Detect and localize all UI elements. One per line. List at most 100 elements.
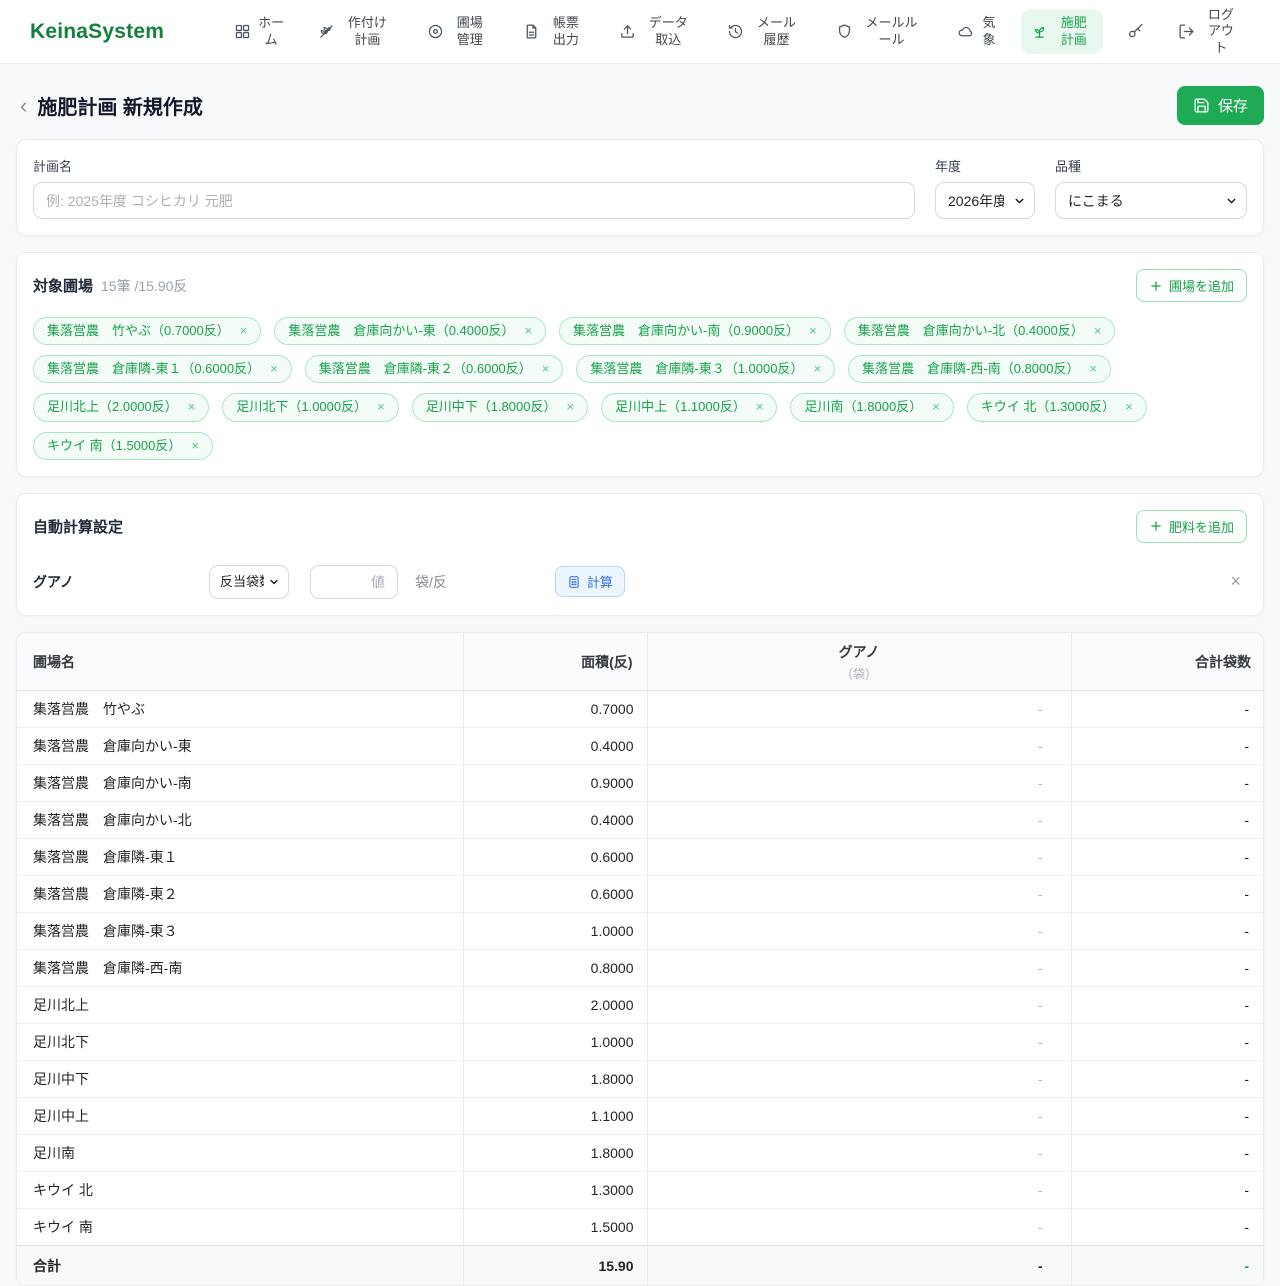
plan-form-card: 計画名 年度 2026年度 品種 にこまる <box>16 139 1264 236</box>
add-field-button-label: 圃場を追加 <box>1168 279 1234 294</box>
plus-icon <box>1149 279 1163 293</box>
map-pin-icon <box>427 23 444 40</box>
field-chip: 集落営農 倉庫隣-東３（1.0000反） × <box>576 355 836 384</box>
field-chip-label: 集落営農 倉庫隣-西-南（0.8000反） <box>862 361 1080 377</box>
field-name-cell: 集落営農 倉庫向かい-北 <box>17 801 463 839</box>
save-button-label: 保存 <box>1217 98 1248 115</box>
field-chip-label: キウイ 南（1.5000反） <box>47 437 182 453</box>
chip-close-icon[interactable]: × <box>240 322 248 340</box>
nav-item-label: データ取込 <box>648 15 688 47</box>
table-body: 集落営農 竹やぶ 0.7000 - - 集落営農 倉庫向かい-東 0.4000 … <box>17 690 1263 1246</box>
field-name-cell: キウイ 北 <box>17 1171 463 1209</box>
area-cell: 0.8000 <box>462 949 647 987</box>
table-row: 集落営農 倉庫向かい-南 0.9000 - - <box>17 764 1263 802</box>
chip-close-icon[interactable]: × <box>191 437 199 455</box>
guano-cell: - <box>646 1097 1071 1135</box>
table-row: 集落営農 倉庫隣-東３ 1.0000 - - <box>17 912 1263 950</box>
top-nav: KeinaSystem ホーム 作付け計画 圃場管理 帳票出力 データ取込 メー… <box>0 0 1280 64</box>
field-name-cell: 集落営農 倉庫向かい-南 <box>17 764 463 802</box>
table-row: 集落営農 倉庫隣-西-南 0.8000 - - <box>17 949 1263 987</box>
field-name-cell: 足川中下 <box>17 1060 463 1098</box>
nav-item-mail-rules[interactable]: メールルール <box>826 9 934 54</box>
chip-close-icon[interactable]: × <box>542 360 550 378</box>
table-row: 集落営農 竹やぶ 0.7000 - - <box>17 690 1263 728</box>
nav-item-label: 帳票出力 <box>552 15 579 47</box>
area-cell: 0.6000 <box>462 875 647 913</box>
nav-item-cropping-plan[interactable]: 作付け計画 <box>308 9 402 54</box>
plan-name-input[interactable] <box>33 182 915 219</box>
remove-fertilizer-icon[interactable]: × <box>1224 571 1247 592</box>
area-cell: 1.1000 <box>462 1097 647 1135</box>
fertilizer-name: グアノ <box>33 573 74 590</box>
field-chip: 集落営農 倉庫隣-西-南（0.8000反） × <box>848 355 1112 384</box>
table-row: 集落営農 倉庫隣-東１ 0.6000 - - <box>17 838 1263 876</box>
variety-select[interactable]: にこまる <box>1055 182 1247 219</box>
add-fertilizer-button-label: 肥料を追加 <box>1168 519 1234 535</box>
chip-close-icon[interactable]: × <box>524 322 532 340</box>
nav-item-label: メール履歴 <box>757 15 797 47</box>
nav-item-logout[interactable]: ログアウト <box>1168 1 1250 62</box>
nav-item-fertilization-plan[interactable]: 施肥計画 <box>1020 9 1103 54</box>
nav-item-weather[interactable]: 気象 <box>947 9 1006 54</box>
field-name-cell: 足川北上 <box>17 986 463 1024</box>
calc-value-input[interactable] <box>310 564 398 599</box>
nav-item-data-import[interactable]: データ取込 <box>609 9 703 54</box>
chip-close-icon[interactable]: × <box>756 398 764 416</box>
field-chip-label: 集落営農 倉庫隣-東１（0.6000反） <box>47 361 261 377</box>
chip-close-icon[interactable]: × <box>1089 360 1097 378</box>
chip-close-icon[interactable]: × <box>566 398 574 416</box>
brand-logo[interactable]: KeinaSystem <box>30 20 164 44</box>
col-header-guano-label: グアノ <box>838 643 880 660</box>
nav-item-field-management[interactable]: 圃場管理 <box>417 9 499 54</box>
table-row: 足川北下 1.0000 - - <box>17 1023 1263 1061</box>
save-button[interactable]: 保存 <box>1176 86 1264 125</box>
calculate-button-label: 計算 <box>586 575 613 591</box>
table-row: 集落営農 倉庫向かい-東 0.4000 - - <box>17 727 1263 765</box>
field-chip-label: キウイ 北（1.3000反） <box>980 399 1116 415</box>
total-bags-cell: - <box>1070 1171 1263 1209</box>
chip-close-icon[interactable]: × <box>188 398 196 416</box>
field-chip: 集落営農 倉庫向かい-東（0.4000反） × <box>274 317 547 346</box>
field-chip-label: 足川北下（1.0000反） <box>236 399 368 415</box>
footer-guano-cell: - <box>646 1245 1071 1285</box>
nav-item-home[interactable]: ホーム <box>224 9 294 54</box>
guano-cell: - <box>646 1060 1071 1098</box>
wheat-icon <box>318 23 335 40</box>
document-icon <box>523 23 540 40</box>
total-bags-cell: - <box>1070 1208 1263 1246</box>
chip-close-icon[interactable]: × <box>813 360 821 378</box>
chip-close-icon[interactable]: × <box>809 322 817 340</box>
field-chip-label: 集落営農 倉庫隣-東２（0.6000反） <box>318 361 532 377</box>
guano-cell: - <box>646 764 1071 802</box>
year-select[interactable]: 2026年度 <box>935 182 1035 219</box>
add-fertilizer-button[interactable]: 肥料を追加 <box>1135 509 1247 543</box>
area-cell: 0.9000 <box>462 764 647 802</box>
calculate-button[interactable]: 計算 <box>554 566 625 598</box>
field-name-cell: 集落営農 倉庫隣-西-南 <box>17 949 463 987</box>
field-chip-label: 足川中下（1.8000反） <box>425 399 557 415</box>
field-chip: キウイ 南（1.5000反） × <box>33 431 213 460</box>
add-field-button[interactable]: 圃場を追加 <box>1135 269 1247 302</box>
field-chip: 足川北上（2.0000反） × <box>33 393 210 422</box>
nav-item-report-output[interactable]: 帳票出力 <box>513 9 595 54</box>
results-table: 圃場名 面積(反) グアノ （袋） 合計袋数 集落営農 竹やぶ 0.7000 -… <box>17 632 1263 1285</box>
area-cell: 1.8000 <box>462 1060 647 1098</box>
calculator-icon <box>567 575 581 589</box>
chip-close-icon[interactable]: × <box>1125 398 1133 416</box>
nav-item-key[interactable] <box>1117 17 1154 46</box>
field-name-cell: 集落営農 倉庫隣-東２ <box>17 875 463 913</box>
calc-mode-select[interactable]: 反当袋数 <box>209 564 289 599</box>
field-chip-label: 足川中上（1.1000反） <box>615 399 746 415</box>
back-button[interactable]: ‹ <box>16 94 37 117</box>
chip-close-icon[interactable]: × <box>1094 322 1102 340</box>
field-chip-list: 集落営農 竹やぶ（0.7000反） × 集落営農 倉庫向かい-東（0.4000反… <box>33 317 1247 460</box>
nav-item-mail-history[interactable]: メール履歴 <box>717 9 811 54</box>
chip-close-icon[interactable]: × <box>932 398 940 416</box>
plus-icon <box>1149 519 1163 533</box>
chip-close-icon[interactable]: × <box>270 360 278 378</box>
guano-cell: - <box>646 986 1071 1024</box>
area-cell: 1.3000 <box>462 1171 647 1209</box>
chip-close-icon[interactable]: × <box>377 398 385 416</box>
guano-cell: - <box>646 801 1071 839</box>
total-bags-cell: - <box>1070 912 1263 950</box>
